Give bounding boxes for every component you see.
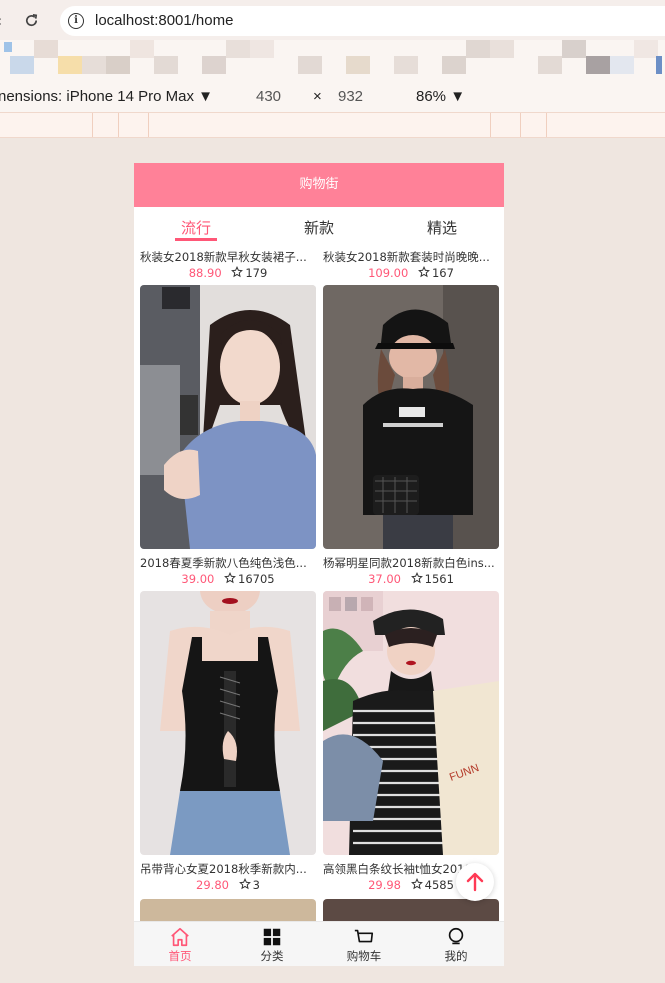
goods-image[interactable] xyxy=(323,285,499,549)
goods-price: 88.90 xyxy=(188,266,222,280)
goods-title: 秋装女2018新款早秋女装裙子... xyxy=(140,250,307,264)
times-sign: × xyxy=(313,88,322,105)
tab-new[interactable]: 新款 xyxy=(257,217,381,238)
goods-image[interactable] xyxy=(323,899,499,921)
info-icon[interactable]: i xyxy=(68,13,84,29)
goods-fav-count: 16705 xyxy=(238,572,275,586)
url-text[interactable]: localhost:8001/home xyxy=(95,12,233,29)
tab-selected[interactable]: 精选 xyxy=(380,217,504,238)
goods-image[interactable]: FUNN xyxy=(323,591,499,855)
goods-meta: 39.00 16705 xyxy=(140,572,316,586)
category-icon xyxy=(263,928,281,946)
goods-image[interactable] xyxy=(140,285,316,549)
bottom-tab-bar: 首页 分类 购物车 我的 xyxy=(134,921,504,966)
goods-meta: 88.90 179 xyxy=(140,266,316,280)
reload-icon[interactable] xyxy=(24,13,39,28)
tabbar-item-category[interactable]: 分类 xyxy=(226,922,318,966)
tabbar-item-cart[interactable]: 购物车 xyxy=(318,922,410,966)
goods-image[interactable] xyxy=(140,591,316,855)
goods-meta: 109.00 167 xyxy=(323,266,499,280)
goods-image[interactable] xyxy=(140,899,316,921)
tabbar-label: 我的 xyxy=(444,949,468,963)
star-icon xyxy=(410,878,423,890)
goods-price: 29.80 xyxy=(196,878,229,892)
star-icon xyxy=(238,878,251,890)
back-icon[interactable]: ‹ xyxy=(0,12,2,30)
goods-meta: 29.80 3 xyxy=(140,878,316,892)
device-selector[interactable]: nensions: iPhone 14 Pro Max ▼ xyxy=(0,88,213,105)
goods-title: 吊带背心女夏2018秋季新款内... xyxy=(140,862,307,876)
star-icon xyxy=(224,572,236,584)
app-nav-bar: 购物街 xyxy=(134,163,504,207)
goods-fav-count: 4585 xyxy=(424,878,454,892)
tabbar-item-profile[interactable]: 我的 xyxy=(410,922,502,966)
active-tab-indicator xyxy=(175,238,217,241)
goods-fav-count: 179 xyxy=(245,266,268,280)
star-icon xyxy=(231,266,244,278)
goods-fav-count: 1561 xyxy=(424,572,454,586)
zoom-selector[interactable]: 86% ▼ xyxy=(416,88,465,105)
home-icon xyxy=(171,927,189,947)
tabbar-label: 购物车 xyxy=(346,949,382,963)
goods-price: 37.00 xyxy=(368,572,401,586)
profile-icon xyxy=(448,927,464,945)
goods-price: 109.00 xyxy=(368,266,409,280)
goods-title: 杨幂明星同款2018新款白色ins... xyxy=(323,556,495,570)
goods-fav-count: 167 xyxy=(431,266,454,280)
cart-icon xyxy=(354,929,374,943)
star-icon xyxy=(418,266,430,278)
tabbar-label: 首页 xyxy=(168,949,192,963)
goods-meta: 37.00 1561 xyxy=(323,572,499,586)
tab-popular[interactable]: 流行 xyxy=(134,217,258,238)
goods-fav-count: 3 xyxy=(252,878,260,892)
page-title: 购物街 xyxy=(299,177,339,192)
goods-list[interactable]: 秋装女2018新款早秋女装裙子... 88.90 179 秋装女2018新款套装… xyxy=(134,245,504,921)
height-input[interactable]: 932 xyxy=(338,88,363,105)
back-to-top-button[interactable] xyxy=(456,863,494,901)
tab-control: 流行 新款 精选 xyxy=(134,207,504,245)
media-query-ruler[interactable] xyxy=(0,112,665,138)
address-bar[interactable]: i localhost:8001/home xyxy=(60,6,665,36)
goods-price: 29.98 xyxy=(368,878,401,892)
bookmarks-bar xyxy=(0,40,665,80)
browser-toolbar: ‹ i localhost:8001/home xyxy=(0,0,665,40)
star-icon xyxy=(410,572,423,584)
device-toolbar: nensions: iPhone 14 Pro Max ▼ 430 × 932 … xyxy=(0,80,665,112)
width-input[interactable]: 430 xyxy=(256,88,281,105)
goods-title: 2018春夏季新款八色纯色浅色... xyxy=(140,556,307,570)
device-screen: 购物街 流行 新款 精选 秋装女2018新款早秋女装裙子... 88.90 17… xyxy=(134,163,504,966)
tabbar-label: 分类 xyxy=(260,949,284,963)
goods-title: 秋装女2018新款套装时尚晚晚... xyxy=(323,250,490,264)
goods-price: 39.00 xyxy=(181,572,215,586)
arrow-up-icon xyxy=(466,872,484,892)
tabbar-item-home[interactable]: 首页 xyxy=(134,922,226,966)
